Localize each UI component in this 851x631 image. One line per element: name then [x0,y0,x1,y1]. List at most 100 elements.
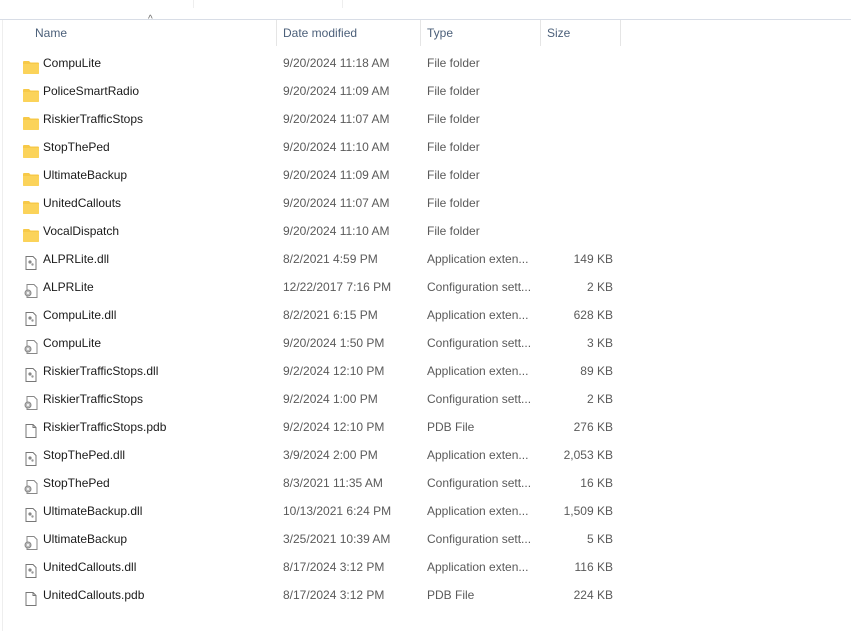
file-date: 9/20/2024 11:10 AM [283,224,390,238]
file-row[interactable]: UnitedCallouts.pdb 8/17/2024 3:12 PM PDB… [0,581,640,609]
dll-icon [23,560,39,578]
file-name: StopThePed [43,476,110,490]
file-name: CompuLite [43,56,102,70]
config-icon [23,476,39,494]
file-date: 9/20/2024 11:07 AM [283,112,390,126]
file-row[interactable]: UnitedCallouts 9/20/2024 11:07 AM File f… [0,189,640,217]
file-type: Application exten... [427,364,529,378]
file-type: Configuration sett... [427,392,532,406]
file-row[interactable]: ALPRLite 12/22/2017 7:16 PM Configuratio… [0,273,640,301]
file-name: ALPRLite [43,280,94,294]
file-date: 8/2/2021 4:59 PM [283,252,378,266]
file-type: Configuration sett... [427,336,532,350]
file-row[interactable]: RiskierTrafficStops.pdb 9/2/2024 12:10 P… [0,413,640,441]
file-name: ALPRLite.dll [43,252,110,266]
dll-icon [23,364,39,382]
file-size: 276 KB [573,420,613,434]
file-name: UnitedCallouts [43,196,122,210]
file-date: 9/20/2024 11:07 AM [283,196,390,210]
folder-icon [23,112,39,130]
file-row[interactable]: CompuLite 9/20/2024 1:50 PM Configuratio… [0,329,640,357]
file-row[interactable]: PoliceSmartRadio 9/20/2024 11:09 AM File… [0,77,640,105]
file-icon [23,420,39,438]
file-name: RiskierTrafficStops [43,392,144,406]
file-row[interactable]: ALPRLite.dll 8/2/2021 4:59 PM Applicatio… [0,245,640,273]
file-name: UltimateBackup [43,532,128,546]
config-icon [23,532,39,550]
file-date: 8/3/2021 11:35 AM [283,476,383,490]
file-type: File folder [427,196,480,210]
file-name: VocalDispatch [43,224,120,238]
file-row[interactable]: UltimateBackup.dll 10/13/2021 6:24 PM Ap… [0,497,640,525]
file-date: 3/25/2021 10:39 AM [283,532,391,546]
file-date: 9/2/2024 1:00 PM [283,392,378,406]
column-header-type[interactable]: Type [427,20,453,46]
file-size: 1,509 KB [563,504,613,518]
file-date: 9/20/2024 11:10 AM [283,140,390,154]
file-name: RiskierTrafficStops [43,112,144,126]
config-icon [23,392,39,410]
dll-icon [23,504,39,522]
file-date: 9/20/2024 11:18 AM [283,56,390,70]
file-date: 8/17/2024 3:12 PM [283,588,385,602]
file-type: File folder [427,224,480,238]
file-type: File folder [427,56,480,70]
file-row[interactable]: CompuLite 9/20/2024 11:18 AM File folder [0,49,640,77]
file-type: Application exten... [427,252,529,266]
folder-icon [23,56,39,74]
file-size: 149 KB [573,252,613,266]
file-date: 9/2/2024 12:10 PM [283,420,385,434]
file-type: Configuration sett... [427,532,532,546]
file-row[interactable]: UltimateBackup 3/25/2021 10:39 AM Config… [0,525,640,553]
folder-icon [23,140,39,158]
file-size: 16 KB [580,476,613,490]
file-name: PoliceSmartRadio [43,84,140,98]
file-name: UltimateBackup [43,168,128,182]
file-type: File folder [427,84,480,98]
file-type: File folder [427,112,480,126]
file-row[interactable]: RiskierTrafficStops 9/20/2024 11:07 AM F… [0,105,640,133]
file-row[interactable]: RiskierTrafficStops.dll 9/2/2024 12:10 P… [0,357,640,385]
file-name: CompuLite.dll [43,308,117,322]
file-size: 116 KB [574,560,613,574]
file-date: 9/20/2024 11:09 AM [283,168,390,182]
column-header-date[interactable]: Date modified [283,20,357,46]
file-date: 9/2/2024 12:10 PM [283,364,385,378]
folder-icon [23,196,39,214]
file-row[interactable]: StopThePed.dll 3/9/2024 2:00 PM Applicat… [0,441,640,469]
folder-icon [23,84,39,102]
file-row[interactable]: CompuLite.dll 8/2/2021 6:15 PM Applicati… [0,301,640,329]
file-row[interactable]: StopThePed 9/20/2024 11:10 AM File folde… [0,133,640,161]
folder-icon [23,168,39,186]
file-icon [23,588,39,606]
dll-icon [23,308,39,326]
config-icon [23,280,39,298]
file-row[interactable]: RiskierTrafficStops 9/2/2024 1:00 PM Con… [0,385,640,413]
file-row[interactable]: VocalDispatch 9/20/2024 11:10 AM File fo… [0,217,640,245]
file-date: 10/13/2021 6:24 PM [283,504,392,518]
file-name: UnitedCallouts.pdb [43,588,145,602]
file-date: 12/22/2017 7:16 PM [283,280,392,294]
file-type: File folder [427,168,480,182]
file-size: 2 KB [586,392,613,406]
file-date: 3/9/2024 2:00 PM [283,448,378,462]
file-date: 9/20/2024 1:50 PM [283,336,385,350]
file-type: Application exten... [427,504,529,518]
file-name: UltimateBackup.dll [43,504,143,518]
file-name: StopThePed [43,140,110,154]
dll-icon [23,252,39,270]
column-header-size[interactable]: Size [547,20,570,46]
file-name: StopThePed.dll [43,448,126,462]
file-row[interactable]: StopThePed 8/3/2021 11:35 AM Configurati… [0,469,640,497]
file-type: PDB File [427,588,475,602]
column-header-row: ^ Name Date modified Type Size [0,14,851,46]
column-header-name[interactable]: Name [35,20,67,46]
file-row[interactable]: UnitedCallouts.dll 8/17/2024 3:12 PM App… [0,553,640,581]
file-row[interactable]: UltimateBackup 9/20/2024 11:09 AM File f… [0,161,640,189]
file-date: 9/20/2024 11:09 AM [283,84,390,98]
folder-icon [23,224,39,242]
file-name: UnitedCallouts.dll [43,560,137,574]
file-date: 8/2/2021 6:15 PM [283,308,378,322]
file-size: 89 KB [580,364,613,378]
file-type: Application exten... [427,308,529,322]
